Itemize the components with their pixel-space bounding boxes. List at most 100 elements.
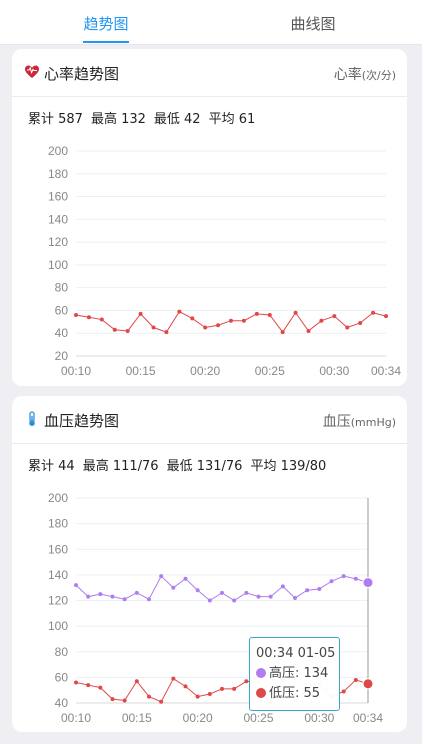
tab-trend[interactable]: 趋势图 bbox=[46, 0, 166, 45]
data-point bbox=[220, 686, 224, 691]
tooltip-time: 00:34 01-05 bbox=[256, 646, 336, 661]
y-tick-label: 160 bbox=[48, 542, 68, 556]
data-point bbox=[332, 314, 337, 319]
y-tick-label: 200 bbox=[48, 144, 68, 158]
data-point bbox=[353, 677, 358, 682]
data-point bbox=[358, 320, 363, 325]
y-tick-label: 100 bbox=[48, 619, 68, 633]
x-tick-label: 00:30 bbox=[319, 364, 349, 378]
data-point bbox=[171, 676, 176, 681]
data-point bbox=[110, 697, 115, 702]
data-point bbox=[345, 325, 350, 330]
data-point bbox=[138, 311, 143, 316]
data-point bbox=[171, 585, 176, 590]
data-point bbox=[317, 586, 322, 591]
tooltip-diastolic-row: 低压: 55 bbox=[256, 684, 333, 704]
data-point bbox=[371, 310, 376, 315]
heart-rate-card: 心率趋势图 心率(次/分) 累计 587 最高 132 最低 42 平均 61 20 4… bbox=[12, 49, 407, 386]
data-point bbox=[177, 309, 182, 314]
data-point bbox=[203, 325, 208, 330]
data-point bbox=[122, 698, 127, 703]
diastolic-legend-dot bbox=[256, 688, 266, 698]
data-point bbox=[341, 574, 346, 579]
data-point bbox=[86, 315, 91, 320]
data-point bbox=[232, 686, 237, 691]
y-tick-label: 80 bbox=[55, 281, 69, 295]
tooltip-systolic-row: 高压: 134 bbox=[256, 664, 333, 684]
data-point bbox=[280, 330, 285, 335]
x-tick-label: 00:34 bbox=[353, 711, 383, 725]
tooltip-diastolic: 低压: 55 bbox=[269, 686, 321, 701]
data-point bbox=[305, 588, 310, 593]
data-point bbox=[147, 597, 151, 602]
data-point bbox=[254, 311, 259, 316]
y-tick-label: 200 bbox=[48, 491, 68, 505]
y-tick-label: 140 bbox=[48, 212, 68, 226]
x-tick-label: 00:20 bbox=[183, 711, 213, 725]
y-tick-label: 120 bbox=[48, 235, 68, 249]
data-point bbox=[216, 323, 221, 328]
data-point bbox=[183, 684, 188, 689]
data-point bbox=[306, 328, 311, 333]
data-point bbox=[86, 594, 91, 599]
data-point bbox=[134, 679, 139, 684]
y-tick-label: 100 bbox=[48, 258, 68, 272]
data-point bbox=[293, 310, 298, 315]
x-tick-label: 00:10 bbox=[61, 364, 91, 378]
data-point bbox=[195, 694, 200, 699]
x-tick-label: 00:25 bbox=[255, 364, 285, 378]
data-point bbox=[268, 594, 273, 599]
data-point bbox=[267, 313, 272, 317]
data-point bbox=[229, 318, 233, 323]
data-point bbox=[159, 574, 164, 579]
data-point bbox=[159, 699, 164, 704]
data-point bbox=[86, 683, 91, 688]
systolic-legend-dot bbox=[256, 668, 266, 678]
data-point bbox=[241, 318, 246, 323]
y-tick-label: 160 bbox=[48, 190, 68, 204]
x-tick-label: 00:15 bbox=[126, 364, 156, 378]
data-point bbox=[319, 318, 324, 323]
heart-rate-chart[interactable]: 20 40 60 80 100 120 140 160 180 200 00:10 00:15 00:2… bbox=[12, 49, 407, 386]
y-tick-label: 180 bbox=[48, 517, 68, 531]
data-point bbox=[190, 316, 195, 321]
y-tick-label: 80 bbox=[55, 645, 69, 659]
data-point bbox=[147, 694, 151, 699]
blood-pressure-chart[interactable]: 40 60 80 100 120 140 160 180 200 00:10 00:15 00:20 0… bbox=[12, 396, 407, 732]
chart-tooltip: 00:34 01-05 高压: 134 低压: 55 bbox=[249, 637, 340, 711]
data-point bbox=[112, 327, 117, 332]
x-tick-label: 00:34 bbox=[371, 364, 401, 378]
data-point bbox=[362, 577, 374, 589]
data-point bbox=[293, 595, 297, 600]
data-point bbox=[384, 314, 388, 319]
blood-pressure-card: 血压趋势图 血压(mmHg) 累计 44 最高 111/76 最低 131/76 平均… bbox=[12, 396, 407, 732]
data-point bbox=[125, 328, 130, 333]
y-tick-label: 40 bbox=[55, 326, 69, 340]
data-point bbox=[256, 594, 261, 599]
tab-bar: 趋势图 曲线图 bbox=[0, 0, 422, 45]
series-line bbox=[75, 575, 369, 602]
y-tick-label: 40 bbox=[55, 696, 69, 710]
data-point bbox=[98, 592, 103, 597]
x-tick-label: 00:25 bbox=[243, 711, 273, 725]
tab-curve[interactable]: 曲线图 bbox=[253, 0, 373, 45]
data-point bbox=[220, 590, 224, 595]
y-tick-label: 180 bbox=[48, 167, 68, 181]
y-tick-label: 140 bbox=[48, 568, 68, 582]
x-tick-label: 00:30 bbox=[304, 711, 334, 725]
y-tick-label: 120 bbox=[48, 594, 68, 608]
data-point bbox=[195, 588, 200, 593]
data-point bbox=[110, 594, 115, 599]
y-tick-label: 60 bbox=[55, 670, 69, 684]
data-point bbox=[98, 685, 103, 690]
data-point bbox=[74, 313, 78, 317]
y-tick-label: 20 bbox=[55, 349, 69, 363]
y-tick-label: 60 bbox=[55, 303, 69, 317]
data-point bbox=[122, 597, 127, 602]
x-tick-label: 00:15 bbox=[122, 711, 152, 725]
data-point bbox=[329, 579, 334, 584]
data-point bbox=[164, 330, 169, 335]
data-point bbox=[341, 689, 346, 694]
data-point bbox=[280, 584, 285, 589]
data-point bbox=[362, 678, 374, 690]
